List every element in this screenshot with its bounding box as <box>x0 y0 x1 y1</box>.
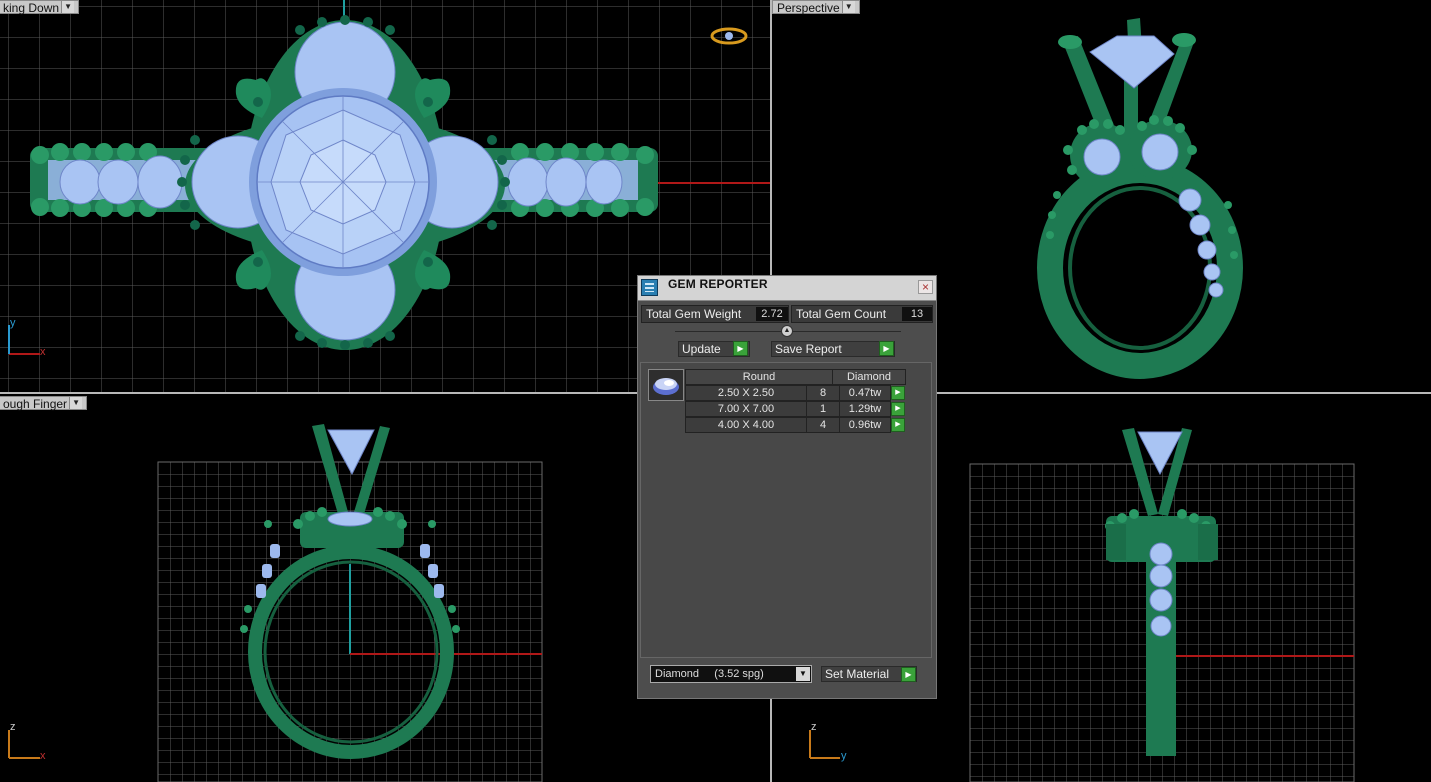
axis-z-label: z <box>811 721 817 733</box>
viewport-label-text: ough Finger <box>3 397 68 411</box>
axis-y-label: y <box>10 317 16 329</box>
chevron-down-icon[interactable]: ▼ <box>69 397 83 409</box>
panel-title: GEM REPORTER <box>668 277 768 291</box>
viewport-label-bottom-left[interactable]: ough Finger ▼ <box>0 396 88 411</box>
viewport-label-text: king Down <box>3 1 60 15</box>
total-gem-weight-label: Total Gem Weight <box>646 307 742 321</box>
round-gem-icon <box>648 369 684 401</box>
gem-weight: 0.47tw <box>839 385 891 401</box>
gem-count: 1 <box>806 401 840 417</box>
chevron-down-icon[interactable]: ▼ <box>61 1 75 13</box>
chevron-down-icon[interactable]: ▼ <box>841 1 855 13</box>
gem-size: 4.00 X 4.00 <box>685 417 807 433</box>
close-icon[interactable]: × <box>918 280 933 294</box>
gem-reporter-app-icon <box>641 279 658 296</box>
row-select-play-icon[interactable]: ▶ <box>891 386 905 400</box>
material-select[interactable]: Diamond (3.52 spg) ▼ <box>650 665 812 683</box>
row-select-play-icon[interactable]: ▶ <box>891 418 905 432</box>
gem-size: 2.50 X 2.50 <box>685 385 807 401</box>
axis-x-label: x <box>40 346 46 358</box>
total-gem-count: Total Gem Count 13 <box>791 305 933 323</box>
gem-count: 8 <box>806 385 840 401</box>
total-gem-weight: Total Gem Weight 2.72 <box>641 305 789 323</box>
axis-y-label: y <box>841 750 847 762</box>
round-gem-graphic <box>653 378 679 395</box>
table-header-shape: Round <box>685 369 833 385</box>
axis-z-label: z <box>10 721 16 733</box>
total-gem-count-value: 13 <box>902 307 932 321</box>
row-select-play-icon[interactable]: ▶ <box>891 402 905 416</box>
save-report-play-icon[interactable]: ▶ <box>879 341 894 356</box>
save-report-button[interactable]: Save Report <box>771 341 895 357</box>
gem-report-area: Round Diamond 2.50 X 2.50 8 0.47tw ▶ 7.0… <box>640 362 932 658</box>
viewport-label-top-left[interactable]: king Down ▼ <box>0 0 80 15</box>
chevron-down-icon[interactable]: ▼ <box>796 667 810 681</box>
panel-titlebar[interactable]: GEM REPORTER × <box>638 276 936 301</box>
set-material-play-icon[interactable]: ▶ <box>901 667 916 682</box>
total-gem-count-label: Total Gem Count <box>796 307 887 321</box>
gem-weight: 1.29tw <box>839 401 891 417</box>
table-header-material: Diamond <box>832 369 906 385</box>
gem-size: 7.00 X 7.00 <box>685 401 807 417</box>
update-play-icon[interactable]: ▶ <box>733 341 748 356</box>
viewport-label-top-right[interactable]: Perspective ▼ <box>772 0 860 15</box>
collapse-toggle-icon[interactable]: ▲ <box>781 325 793 337</box>
gem-reporter-panel: GEM REPORTER × Total Gem Weight 2.72 Tot… <box>637 275 937 699</box>
gem-count: 4 <box>806 417 840 433</box>
axis-x-label: x <box>40 750 46 762</box>
update-button-label: Update <box>682 342 721 356</box>
viewport-label-text: Perspective <box>777 1 840 15</box>
total-gem-weight-value: 2.72 <box>756 307 788 321</box>
gem-weight: 0.96tw <box>839 417 891 433</box>
set-material-button-label: Set Material <box>825 667 890 681</box>
material-select-value: Diamond (3.52 spg) <box>655 668 764 680</box>
save-report-button-label: Save Report <box>775 342 842 356</box>
